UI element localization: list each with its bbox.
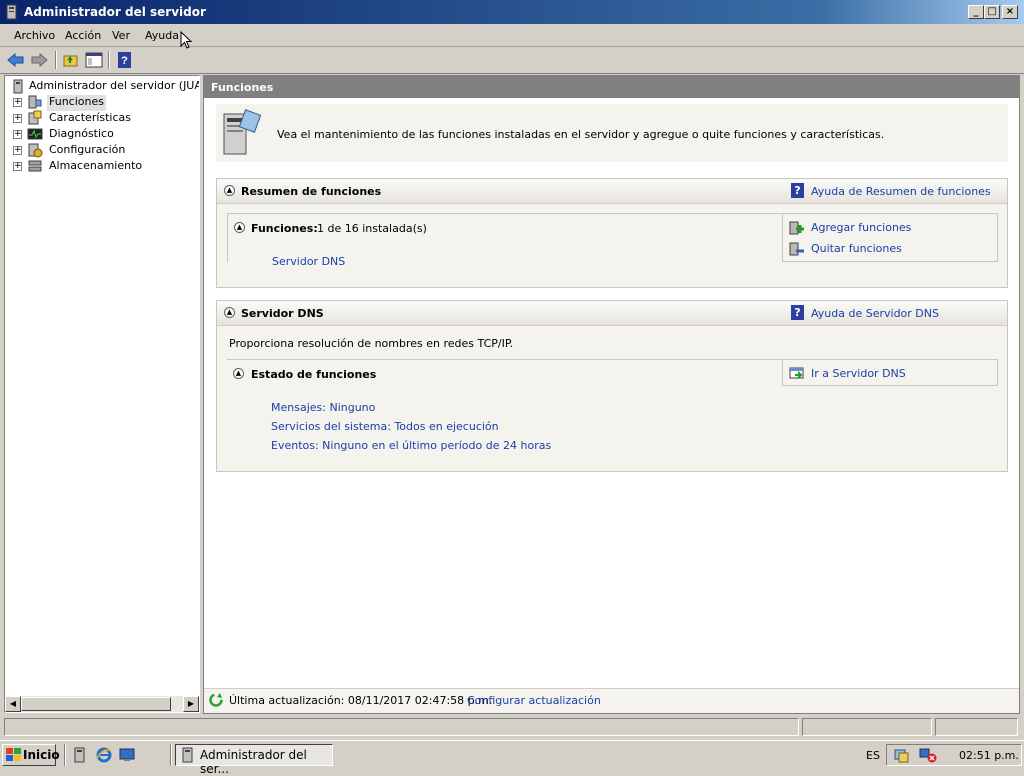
tree-root[interactable]: Administrador del servidor (JUAN-R <box>29 79 199 95</box>
clock[interactable]: 02:51 p.m. <box>959 749 1019 762</box>
scroll-thumb[interactable] <box>21 697 171 711</box>
close-button[interactable]: × <box>1002 5 1018 19</box>
expand-icon[interactable]: + <box>13 114 22 123</box>
roles-icon <box>28 95 42 109</box>
last-update-text: Última actualización: 08/11/2017 02:47:5… <box>229 694 493 707</box>
start-label: Inicio <box>23 748 60 762</box>
forward-arrow-icon[interactable] <box>29 51 49 69</box>
roles-summary-header: ▲ Resumen de funciones ? Ayuda de Resume… <box>217 179 1007 204</box>
task-label: Administrador del ser... <box>200 748 307 776</box>
intro-text: Vea el mantenimiento de las funciones in… <box>277 128 885 141</box>
windows-logo-icon <box>6 748 21 761</box>
status-events-link[interactable]: Eventos: Ninguno en el último período de… <box>271 439 551 452</box>
svg-text:?: ? <box>121 55 128 67</box>
help-icon: ? <box>791 305 804 320</box>
dns-server-header: ▲ Servidor DNS ? Ayuda de Servidor DNS <box>217 301 1007 326</box>
tree-item-almacenamiento[interactable]: Almacenamiento <box>49 159 142 175</box>
network-tray-icon[interactable] <box>893 747 909 763</box>
console-tree: Administrador del servidor (JUAN-R + Fun… <box>4 75 200 713</box>
status-messages-link[interactable]: Mensajes: Ninguno <box>271 401 375 414</box>
dns-description: Proporciona resolución de nombres en red… <box>229 337 514 350</box>
start-button[interactable]: Inicio <box>2 744 60 766</box>
tree-item-caracteristicas[interactable]: Características <box>49 111 131 127</box>
maximize-button[interactable]: □ <box>984 5 1000 19</box>
minimize-button[interactable]: _ <box>968 5 984 19</box>
storage-icon <box>28 160 42 172</box>
status-title: Estado de funciones <box>251 368 377 381</box>
console-tree-icon[interactable] <box>84 51 104 69</box>
scroll-left-icon[interactable]: ◀ <box>5 696 21 712</box>
refresh-icon <box>209 693 223 707</box>
dns-server-panel: ▲ Servidor DNS ? Ayuda de Servidor DNS P… <box>216 300 1008 472</box>
menu-archivo[interactable]: Archivo <box>14 29 55 42</box>
server-manager-icon <box>182 747 193 763</box>
menu-ayuda[interactable]: Ayuda <box>145 29 179 42</box>
server-manager-quicklaunch-icon[interactable] <box>72 747 88 763</box>
tree-item-configuracion[interactable]: Configuración <box>49 143 125 159</box>
roles-count: 1 de 16 instalada(s) <box>317 222 427 235</box>
system-tray: 02:51 p.m. <box>886 744 1022 766</box>
status-services-link[interactable]: Servicios del sistema: Todos en ejecució… <box>271 420 499 433</box>
scroll-right-icon[interactable]: ▶ <box>183 696 199 712</box>
status-field <box>935 718 1018 736</box>
tree-item-diagnostico[interactable]: Diagnóstico <box>49 127 114 143</box>
status-bar <box>0 716 1024 738</box>
menu-ver[interactable]: Ver <box>112 29 130 42</box>
help-icon: ? <box>791 183 804 198</box>
roles-summary-title: Resumen de funciones <box>241 185 382 198</box>
expand-icon[interactable]: + <box>13 130 22 139</box>
menu-accion[interactable]: Acción <box>65 29 101 42</box>
taskbar-task-server-manager[interactable]: Administrador del ser... <box>175 744 333 776</box>
language-indicator[interactable]: ES <box>866 749 880 762</box>
refresh-status: Última actualización: 08/11/2017 02:47:5… <box>204 688 1019 713</box>
up-folder-icon[interactable] <box>61 51 81 69</box>
server-icon <box>13 79 23 94</box>
configuration-icon <box>28 143 43 158</box>
features-icon <box>28 110 42 125</box>
collapse-icon[interactable]: ▲ <box>233 368 244 379</box>
go-to-icon <box>789 367 804 379</box>
remove-roles-link[interactable]: Quitar funciones <box>811 242 902 255</box>
toolbar: ? <box>0 47 1024 74</box>
status-field <box>802 718 932 736</box>
remove-roles-icon <box>789 242 804 256</box>
menu-bar: Archivo Acción Ver Ayuda <box>0 24 1024 49</box>
dns-server-title: Servidor DNS <box>241 307 324 320</box>
status-field <box>4 718 799 736</box>
internet-explorer-icon[interactable] <box>96 747 112 763</box>
dns-help-link[interactable]: Ayuda de Servidor DNS <box>811 307 939 320</box>
collapse-icon[interactable]: ▲ <box>234 222 245 233</box>
collapse-icon[interactable]: ▲ <box>224 185 235 196</box>
back-arrow-icon[interactable] <box>6 51 26 69</box>
roles-label: Funciones: <box>251 222 318 235</box>
collapse-icon[interactable]: ▲ <box>224 307 235 318</box>
server-roles-icon <box>223 109 262 155</box>
role-link-dns[interactable]: Servidor DNS <box>272 255 345 268</box>
add-roles-link[interactable]: Agregar funciones <box>811 221 911 234</box>
expand-icon[interactable]: + <box>13 162 22 171</box>
server-manager-icon <box>6 4 17 20</box>
tree-item-funciones[interactable]: Funciones <box>47 95 106 111</box>
roles-summary-help-link[interactable]: Ayuda de Resumen de funciones <box>811 185 991 198</box>
intro-section: Vea el mantenimiento de las funciones in… <box>216 104 1008 162</box>
expand-icon[interactable]: + <box>13 98 22 107</box>
pane-header: Funciones <box>204 76 1019 98</box>
taskbar: Inicio Administrador del ser... ES 02:51 <box>0 740 1024 776</box>
dns-actions: Ir a Servidor DNS <box>782 359 998 386</box>
roles-summary-panel: ▲ Resumen de funciones ? Ayuda de Resume… <box>216 178 1008 288</box>
expand-icon[interactable]: + <box>13 146 22 155</box>
go-to-dns-link[interactable]: Ir a Servidor DNS <box>811 367 906 380</box>
network-disconnected-icon[interactable] <box>919 747 937 763</box>
title-bar[interactable]: Administrador del servidor _ □ × <box>0 0 1024 24</box>
details-pane: Funciones Vea el mantenimiento de las fu… <box>203 75 1020 714</box>
help-icon[interactable]: ? <box>115 51 135 69</box>
roles-actions: Agregar funciones Quitar funciones <box>782 213 998 262</box>
diagnostics-icon <box>27 128 43 140</box>
horizontal-scrollbar[interactable]: ◀ ▶ <box>5 696 199 712</box>
page-title: Funciones <box>211 81 274 94</box>
show-desktop-icon[interactable] <box>119 747 135 763</box>
window-title: Administrador del servidor <box>24 5 206 19</box>
configure-refresh-link[interactable]: Configurar actualización <box>467 694 601 707</box>
add-roles-icon <box>789 221 804 235</box>
